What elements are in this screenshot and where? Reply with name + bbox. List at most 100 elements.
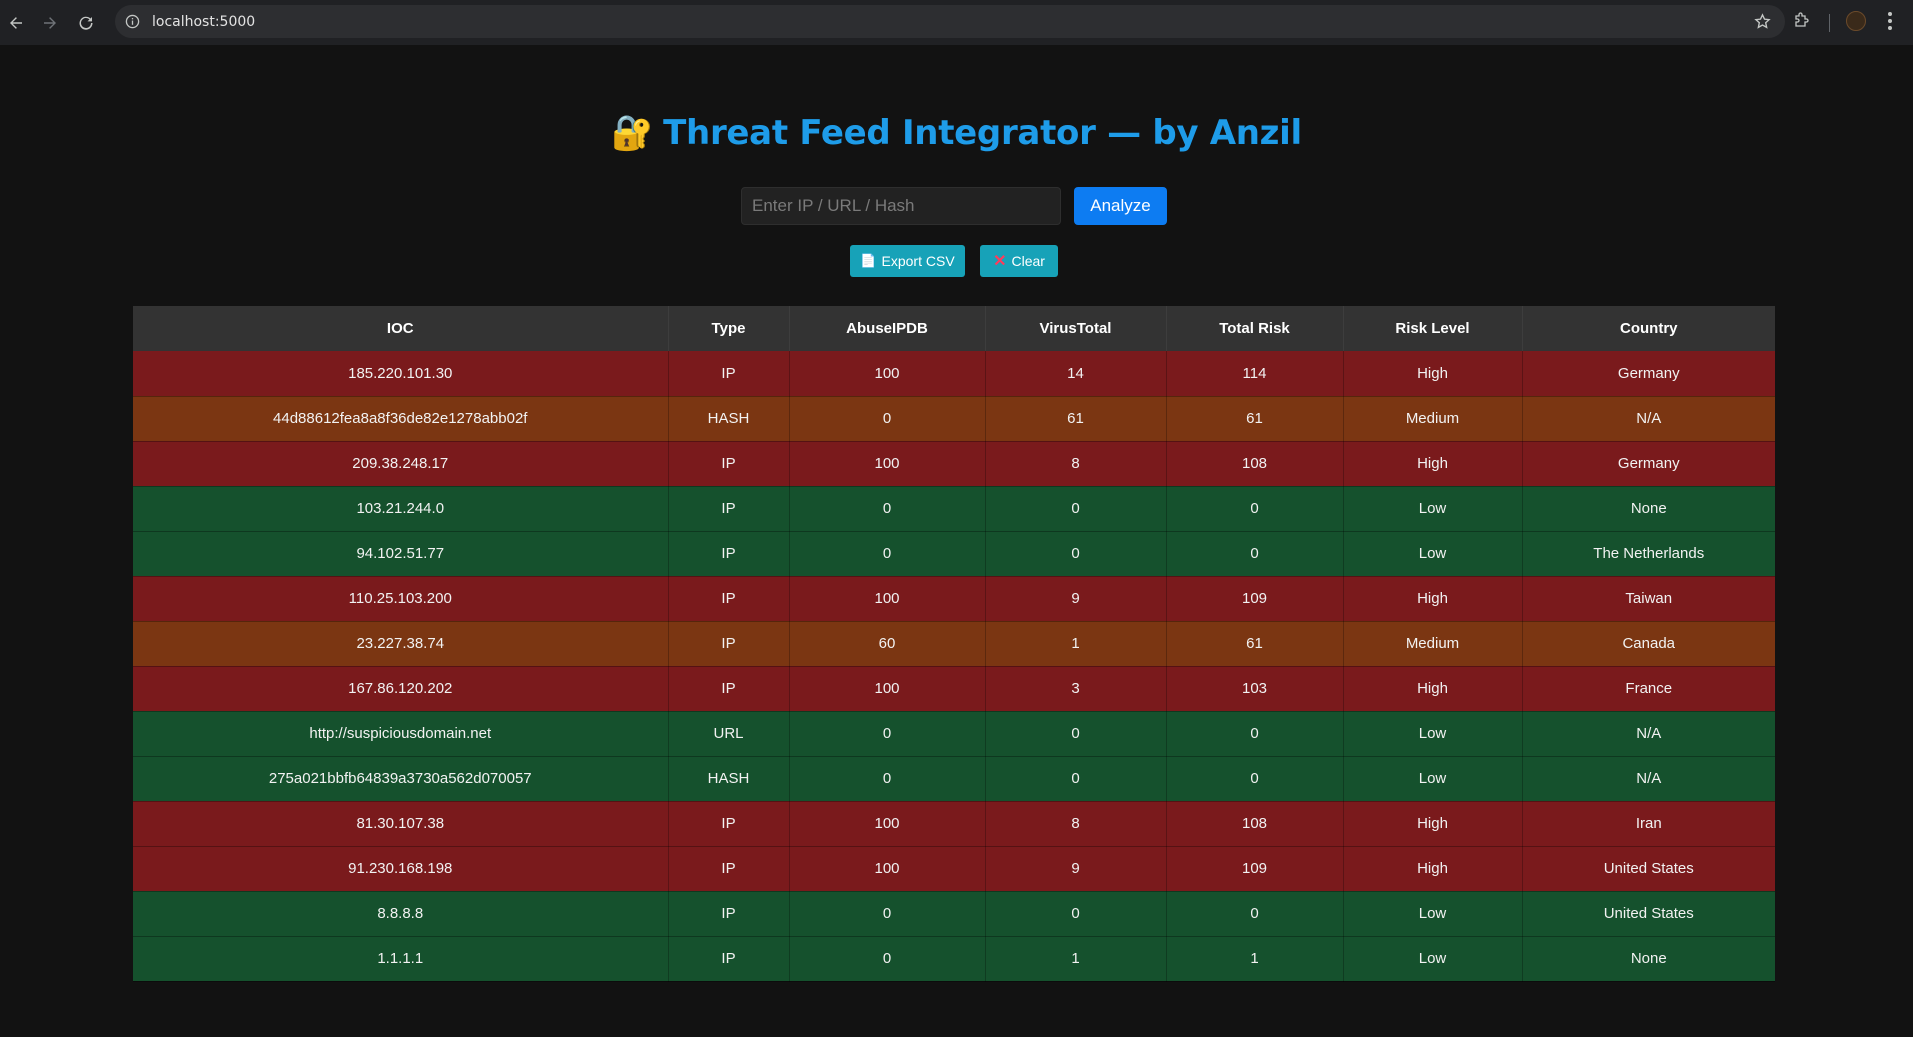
table-row: 209.38.248.17 IP 100 8 108 High Germany (133, 441, 1775, 487)
cell-abuseipdb: 100 (789, 441, 986, 487)
cell-virustotal: 0 (985, 486, 1167, 532)
table-row: 91.230.168.198 IP 100 9 109 High United States (133, 846, 1775, 892)
analyze-button[interactable]: Analyze (1074, 187, 1167, 225)
cell-country: France (1522, 666, 1775, 712)
cell-country: None (1522, 486, 1775, 532)
profile-avatar[interactable] (1846, 11, 1866, 31)
lock-icon: 🔐 (611, 113, 654, 153)
cell-type: IP (668, 936, 790, 982)
cell-abuseipdb: 100 (789, 351, 986, 397)
cell-total-risk: 0 (1166, 756, 1344, 802)
cell-type: IP (668, 801, 790, 847)
cell-abuseipdb: 0 (789, 756, 986, 802)
cell-risk-level: Low (1343, 936, 1523, 982)
cell-country: United States (1522, 846, 1775, 892)
cell-risk-level: Low (1343, 756, 1523, 802)
cell-total-risk: 109 (1166, 576, 1344, 622)
cell-country: N/A (1522, 711, 1775, 757)
cell-ioc: 94.102.51.77 (133, 531, 669, 577)
page-content: 🔐Threat Feed Integrator — by Anzil Analy… (0, 45, 1913, 1037)
table-row: 44d88612fea8a8f36de82e1278abb02f HASH 0 61 6… (133, 396, 1775, 442)
column-header-type: Type (668, 306, 790, 351)
cell-virustotal: 3 (985, 666, 1167, 712)
cell-ioc: 167.86.120.202 (133, 666, 669, 712)
cell-total-risk: 108 (1166, 801, 1344, 847)
cell-total-risk: 0 (1166, 531, 1344, 577)
url-text[interactable]: localhost:5000 (152, 14, 255, 30)
cell-ioc: 91.230.168.198 (133, 846, 669, 892)
cell-virustotal: 61 (985, 396, 1167, 442)
cell-type: IP (668, 351, 790, 397)
cell-abuseipdb: 0 (789, 891, 986, 937)
cell-abuseipdb: 0 (789, 711, 986, 757)
cell-ioc: 209.38.248.17 (133, 441, 669, 487)
cell-risk-level: High (1343, 666, 1523, 712)
cell-risk-level: Low (1343, 711, 1523, 757)
document-icon: 📄 (860, 253, 877, 268)
browser-menu-icon[interactable] (1888, 12, 1892, 30)
cell-risk-level: High (1343, 576, 1523, 622)
cell-virustotal: 0 (985, 891, 1167, 937)
browser-toolbar: localhost:5000 (0, 0, 1913, 45)
cell-type: IP (668, 441, 790, 487)
column-header-abuseipdb: AbuseIPDB (789, 306, 986, 351)
cell-virustotal: 9 (985, 846, 1167, 892)
cell-type: HASH (668, 756, 790, 802)
address-bar[interactable]: localhost:5000 (115, 5, 1785, 38)
cell-total-risk: 109 (1166, 846, 1344, 892)
table-row: 275a021bbfb64839a3730a562d070057 HASH 0 0 0 L… (133, 756, 1775, 802)
export-csv-label: Export CSV (881, 253, 955, 269)
ioc-search-input[interactable] (741, 187, 1061, 225)
cell-virustotal: 1 (985, 936, 1167, 982)
reload-icon[interactable] (68, 5, 104, 41)
cell-type: URL (668, 711, 790, 757)
cell-virustotal: 9 (985, 576, 1167, 622)
cell-ioc: 185.220.101.30 (133, 351, 669, 397)
table-body: 185.220.101.30 IP 100 14 114 High Germany 44d88… (133, 351, 1775, 982)
cell-risk-level: High (1343, 441, 1523, 487)
cell-country: Iran (1522, 801, 1775, 847)
table-row: http://suspiciousdomain.net URL 0 0 0 Low N/A (133, 711, 1775, 757)
export-csv-button[interactable]: 📄 Export CSV (850, 245, 965, 277)
cell-total-risk: 114 (1166, 351, 1344, 397)
bookmark-star-icon[interactable] (1754, 13, 1771, 30)
cell-abuseipdb: 60 (789, 621, 986, 667)
cell-virustotal: 0 (985, 756, 1167, 802)
cell-ioc: 103.21.244.0 (133, 486, 669, 532)
table-row: 23.227.38.74 IP 60 1 61 Medium Canada (133, 621, 1775, 667)
column-header-virustotal: VirusTotal (985, 306, 1167, 351)
close-icon: ✕ (993, 253, 1007, 270)
cell-country: Canada (1522, 621, 1775, 667)
cell-risk-level: High (1343, 846, 1523, 892)
action-row: 📄 Export CSV ✕ Clear (0, 245, 1913, 277)
table-row: 110.25.103.200 IP 100 9 109 High Taiwan (133, 576, 1775, 622)
cell-type: IP (668, 891, 790, 937)
forward-arrow-icon[interactable] (32, 5, 68, 41)
cell-country: N/A (1522, 756, 1775, 802)
table-row: 1.1.1.1 IP 0 1 1 Low None (133, 936, 1775, 982)
cell-country: Germany (1522, 441, 1775, 487)
cell-ioc: 110.25.103.200 (133, 576, 669, 622)
cell-virustotal: 0 (985, 711, 1167, 757)
page-title-text: Threat Feed Integrator — by Anzil (663, 113, 1302, 153)
table-header-row: IOC Type AbuseIPDB VirusTotal Total Risk Risk… (133, 306, 1775, 351)
cell-type: IP (668, 846, 790, 892)
cell-ioc: 275a021bbfb64839a3730a562d070057 (133, 756, 669, 802)
site-info-icon[interactable] (124, 14, 140, 30)
cell-country: United States (1522, 891, 1775, 937)
cell-total-risk: 0 (1166, 891, 1344, 937)
cell-type: IP (668, 666, 790, 712)
cell-country: Taiwan (1522, 576, 1775, 622)
cell-virustotal: 14 (985, 351, 1167, 397)
cell-ioc: 44d88612fea8a8f36de82e1278abb02f (133, 396, 669, 442)
cell-risk-level: Low (1343, 891, 1523, 937)
cell-virustotal: 8 (985, 801, 1167, 847)
cell-risk-level: Low (1343, 486, 1523, 532)
back-arrow-icon[interactable] (0, 5, 32, 41)
cell-ioc: 23.227.38.74 (133, 621, 669, 667)
extensions-puzzle-icon[interactable] (1793, 11, 1811, 29)
cell-risk-level: High (1343, 801, 1523, 847)
table-row: 81.30.107.38 IP 100 8 108 High Iran (133, 801, 1775, 847)
clear-button[interactable]: ✕ Clear (980, 245, 1058, 277)
cell-risk-level: Medium (1343, 396, 1523, 442)
